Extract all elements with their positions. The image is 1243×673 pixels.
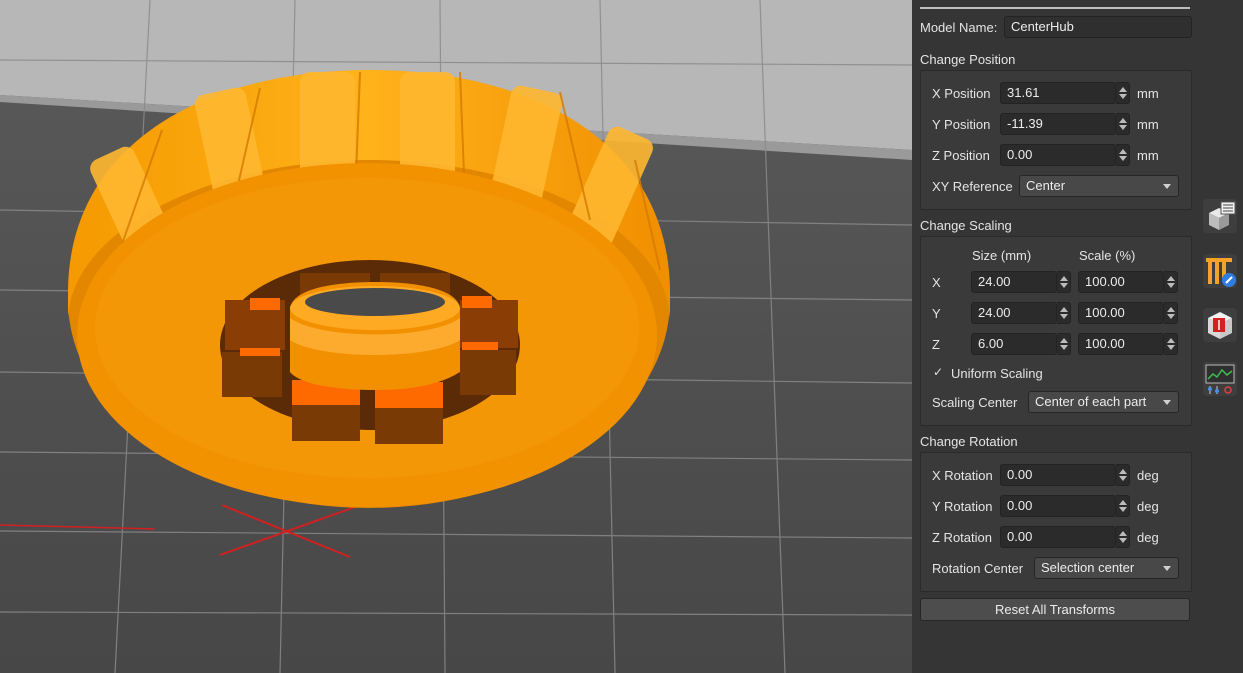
uniform-scaling-label: Uniform Scaling (951, 366, 1043, 381)
rotation-section-title: Change Rotation (920, 434, 1018, 449)
x-position-label: X Position (932, 86, 991, 101)
size-y-stepper[interactable] (1057, 302, 1071, 324)
3d-viewport[interactable] (0, 0, 912, 673)
rotation-center-value: Selection center (1041, 560, 1135, 575)
support-paint-icon[interactable] (1203, 254, 1237, 288)
layer-chart-icon[interactable] (1203, 362, 1237, 396)
scale-x-input[interactable]: 100.00 (1078, 271, 1164, 293)
x-rotation-label: X Rotation (932, 468, 993, 483)
y-rotation-unit: deg (1137, 499, 1159, 514)
size-x-input[interactable]: 24.00 (971, 271, 1057, 293)
x-position-stepper[interactable] (1116, 82, 1130, 104)
x-rotation-unit: deg (1137, 468, 1159, 483)
rotation-center-select[interactable]: Selection center (1034, 557, 1179, 579)
chevron-down-icon (1163, 400, 1171, 405)
object-settings-icon[interactable] (1203, 199, 1237, 233)
uniform-scaling-checkbox[interactable]: ✓ (933, 366, 945, 378)
scale-x-stepper[interactable] (1164, 271, 1178, 293)
tool-rail (1197, 0, 1243, 673)
x-position-input[interactable]: 31.61 (1000, 82, 1116, 104)
model-name-label: Model Name: (920, 20, 998, 35)
z-rotation-stepper[interactable] (1116, 526, 1130, 548)
scale-y-label: Y (932, 306, 941, 321)
z-position-unit: mm (1137, 148, 1159, 163)
xy-reference-label: XY Reference (932, 179, 1013, 194)
scale-z-input[interactable]: 100.00 (1078, 333, 1164, 355)
z-position-label: Z Position (932, 148, 990, 163)
reset-all-transforms-button[interactable]: Reset All Transforms (920, 598, 1190, 621)
size-header: Size (mm) (972, 248, 1032, 263)
size-x-stepper[interactable] (1057, 271, 1071, 293)
chevron-down-icon (1163, 184, 1171, 189)
scale-z-label: Z (932, 337, 940, 352)
scaling-center-select[interactable]: Center of each part (1028, 391, 1179, 413)
size-z-input[interactable]: 6.00 (971, 333, 1057, 355)
xy-reference-value: Center (1026, 178, 1066, 193)
model-centerhub[interactable] (68, 70, 670, 508)
rotation-center-label: Rotation Center (932, 561, 1024, 576)
scaling-section-title: Change Scaling (920, 218, 1012, 233)
object-manipulation-panel: Model Name: CenterHub Change Position X … (912, 0, 1197, 673)
size-y-input[interactable]: 24.00 (971, 302, 1057, 324)
y-position-label: Y Position (932, 117, 991, 132)
size-z-stepper[interactable] (1057, 333, 1071, 355)
scale-z-stepper[interactable] (1164, 333, 1178, 355)
scale-y-input[interactable]: 100.00 (1078, 302, 1164, 324)
viewport-scene (0, 0, 912, 673)
y-rotation-stepper[interactable] (1116, 495, 1130, 517)
x-rotation-stepper[interactable] (1116, 464, 1130, 486)
seam-cube-icon[interactable] (1203, 308, 1237, 342)
y-position-input[interactable]: -11.39 (1000, 113, 1116, 135)
chevron-down-icon (1163, 566, 1171, 571)
scale-x-label: X (932, 275, 941, 290)
position-section-title: Change Position (920, 52, 1016, 67)
panel-divider (920, 7, 1190, 9)
z-position-stepper[interactable] (1116, 144, 1130, 166)
x-rotation-input[interactable]: 0.00 (1000, 464, 1116, 486)
scale-y-stepper[interactable] (1164, 302, 1178, 324)
xy-reference-select[interactable]: Center (1019, 175, 1179, 197)
scaling-center-label: Scaling Center (932, 395, 1018, 410)
z-position-input[interactable]: 0.00 (1000, 144, 1116, 166)
x-position-unit: mm (1137, 86, 1159, 101)
scaling-center-value: Center of each part (1035, 394, 1147, 409)
z-rotation-label: Z Rotation (932, 530, 992, 545)
model-name-field[interactable]: CenterHub (1004, 16, 1192, 38)
y-position-stepper[interactable] (1116, 113, 1130, 135)
y-rotation-input[interactable]: 0.00 (1000, 495, 1116, 517)
y-rotation-label: Y Rotation (932, 499, 993, 514)
z-rotation-unit: deg (1137, 530, 1159, 545)
z-rotation-input[interactable]: 0.00 (1000, 526, 1116, 548)
scale-header: Scale (%) (1079, 248, 1136, 263)
y-position-unit: mm (1137, 117, 1159, 132)
